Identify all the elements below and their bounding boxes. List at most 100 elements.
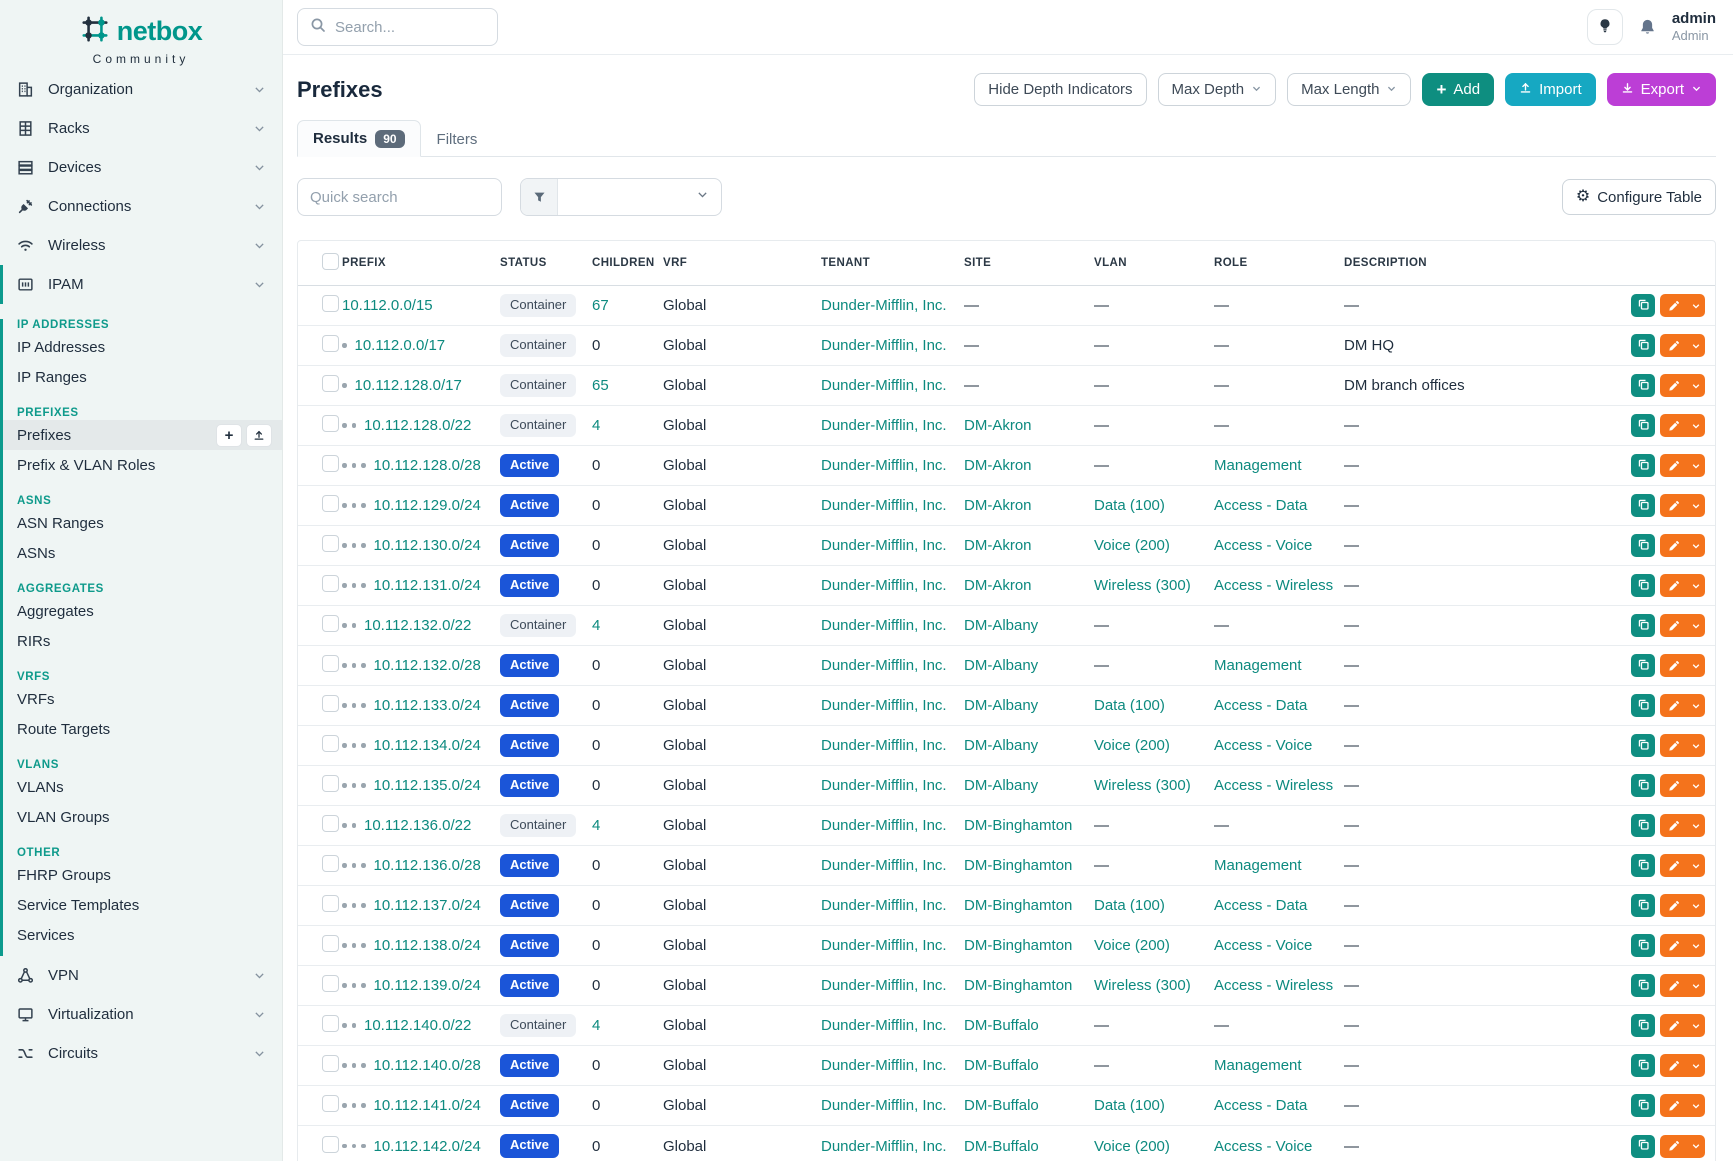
copy-attributes-button[interactable] [1631,654,1655,677]
tenant-link[interactable]: Dunder-Mifflin, Inc. [821,1097,964,1114]
tenant-link[interactable]: Dunder-Mifflin, Inc. [821,577,964,594]
prefix-link[interactable]: 10.112.137.0/24 [374,897,481,914]
sidebar-item-vlans[interactable]: VLANs [3,772,282,802]
prefix-link[interactable]: 10.112.142.0/24 [374,1138,481,1155]
copy-attributes-button[interactable] [1631,614,1655,637]
tenant-link[interactable]: Dunder-Mifflin, Inc. [821,337,964,354]
prefix-link[interactable]: 10.112.128.0/22 [364,417,471,434]
tenant-link[interactable]: Dunder-Mifflin, Inc. [821,937,964,954]
add-button[interactable]: + Add [1422,73,1494,106]
sidebar-item-organization[interactable]: Organization [0,70,282,109]
copy-attributes-button[interactable] [1631,294,1655,317]
row-checkbox[interactable] [322,855,339,872]
sidebar-item-rirs[interactable]: RIRs [3,626,282,656]
prefix-link[interactable]: 10.112.0.0/17 [355,337,446,354]
row-checkbox[interactable] [322,895,339,912]
prefix-link[interactable]: 10.112.0.0/15 [342,297,433,314]
prefix-link[interactable]: 10.112.138.0/24 [374,937,481,954]
copy-attributes-button[interactable] [1631,894,1655,917]
global-search[interactable] [297,8,498,46]
column-header-status[interactable]: STATUS [500,257,592,269]
row-checkbox[interactable] [322,375,339,392]
quick-add-button[interactable]: + [216,424,242,447]
max-depth-dropdown[interactable]: Max Depth [1158,73,1277,106]
prefix-link[interactable]: 10.112.129.0/24 [374,497,481,514]
tenant-link[interactable]: Dunder-Mifflin, Inc. [821,657,964,674]
quick-import-button[interactable] [246,424,272,447]
sidebar-item-vpn[interactable]: VPN [0,956,282,995]
sidebar-item-prefixes[interactable]: Prefixes + [3,420,282,450]
copy-attributes-button[interactable] [1631,454,1655,477]
copy-attributes-button[interactable] [1631,534,1655,557]
user-menu[interactable]: admin Admin [1672,10,1716,45]
row-checkbox[interactable] [322,535,339,552]
edit-button[interactable] [1660,1094,1705,1117]
filter-select-value[interactable] [558,179,721,215]
export-dropdown-button[interactable]: Export [1607,73,1716,106]
edit-button[interactable] [1660,1054,1705,1077]
edit-button[interactable] [1660,534,1705,557]
sidebar-item-connections[interactable]: Connections [0,187,282,226]
prefix-link[interactable]: 10.112.132.0/28 [374,657,481,674]
tenant-link[interactable]: Dunder-Mifflin, Inc. [821,777,964,794]
column-header-role[interactable]: ROLE [1214,257,1344,269]
copy-attributes-button[interactable] [1631,814,1655,837]
sidebar-item-asn-ranges[interactable]: ASN Ranges [3,508,282,538]
sidebar-item-circuits[interactable]: Circuits [0,1034,282,1073]
sidebar-item-ip-ranges[interactable]: IP Ranges [3,362,282,392]
configure-table-button[interactable]: ⚙ Configure Table [1562,179,1716,215]
edit-button[interactable] [1660,654,1705,677]
tenant-link[interactable]: Dunder-Mifflin, Inc. [821,897,964,914]
sidebar-item-vlan-groups[interactable]: VLAN Groups [3,802,282,832]
copy-attributes-button[interactable] [1631,854,1655,877]
copy-attributes-button[interactable] [1631,734,1655,757]
row-checkbox[interactable] [322,735,339,752]
edit-button[interactable] [1660,814,1705,837]
saved-filter-select[interactable] [520,178,722,216]
edit-button[interactable] [1660,974,1705,997]
tenant-link[interactable]: Dunder-Mifflin, Inc. [821,817,964,834]
prefix-link[interactable]: 10.112.130.0/24 [374,537,481,554]
sidebar-item-services[interactable]: Services [3,920,282,950]
row-checkbox[interactable] [322,1015,339,1032]
sidebar-item-prefix-vlan-roles[interactable]: Prefix & VLAN Roles [3,450,282,480]
tenant-link[interactable]: Dunder-Mifflin, Inc. [821,697,964,714]
edit-button[interactable] [1660,414,1705,437]
edit-button[interactable] [1660,374,1705,397]
select-all-checkbox[interactable] [322,253,339,270]
tenant-link[interactable]: Dunder-Mifflin, Inc. [821,377,964,394]
copy-attributes-button[interactable] [1631,574,1655,597]
edit-button[interactable] [1660,494,1705,517]
copy-attributes-button[interactable] [1631,974,1655,997]
sidebar-item-racks[interactable]: Racks [0,109,282,148]
sidebar-item-fhrp-groups[interactable]: FHRP Groups [3,860,282,890]
hide-depth-indicators-button[interactable]: Hide Depth Indicators [974,73,1146,106]
column-header-children[interactable]: CHILDREN [592,257,663,269]
import-button[interactable]: Import [1505,73,1596,106]
copy-attributes-button[interactable] [1631,414,1655,437]
notifications-bell-icon[interactable] [1638,18,1657,37]
prefix-link[interactable]: 10.112.141.0/24 [374,1097,481,1114]
copy-attributes-button[interactable] [1631,374,1655,397]
sidebar-item-ip-addresses[interactable]: IP Addresses [3,332,282,362]
prefix-link[interactable]: 10.112.140.0/22 [364,1017,471,1034]
copy-attributes-button[interactable] [1631,1014,1655,1037]
sidebar-item-wireless[interactable]: Wireless [0,226,282,265]
sidebar-item-service-templates[interactable]: Service Templates [3,890,282,920]
row-checkbox[interactable] [322,695,339,712]
edit-button[interactable] [1660,574,1705,597]
prefix-link[interactable]: 10.112.136.0/22 [364,817,471,834]
row-checkbox[interactable] [322,775,339,792]
row-checkbox[interactable] [322,455,339,472]
brand[interactable]: netbox Community [0,0,282,70]
edit-button[interactable] [1660,614,1705,637]
tenant-link[interactable]: Dunder-Mifflin, Inc. [821,1057,964,1074]
copy-attributes-button[interactable] [1631,1054,1655,1077]
tenant-link[interactable]: Dunder-Mifflin, Inc. [821,297,964,314]
tenant-link[interactable]: Dunder-Mifflin, Inc. [821,977,964,994]
column-header-vrf[interactable]: VRF [663,257,821,269]
prefix-link[interactable]: 10.112.133.0/24 [374,697,481,714]
prefix-link[interactable]: 10.112.135.0/24 [374,777,481,794]
row-checkbox[interactable] [322,1055,339,1072]
edit-button[interactable] [1660,934,1705,957]
